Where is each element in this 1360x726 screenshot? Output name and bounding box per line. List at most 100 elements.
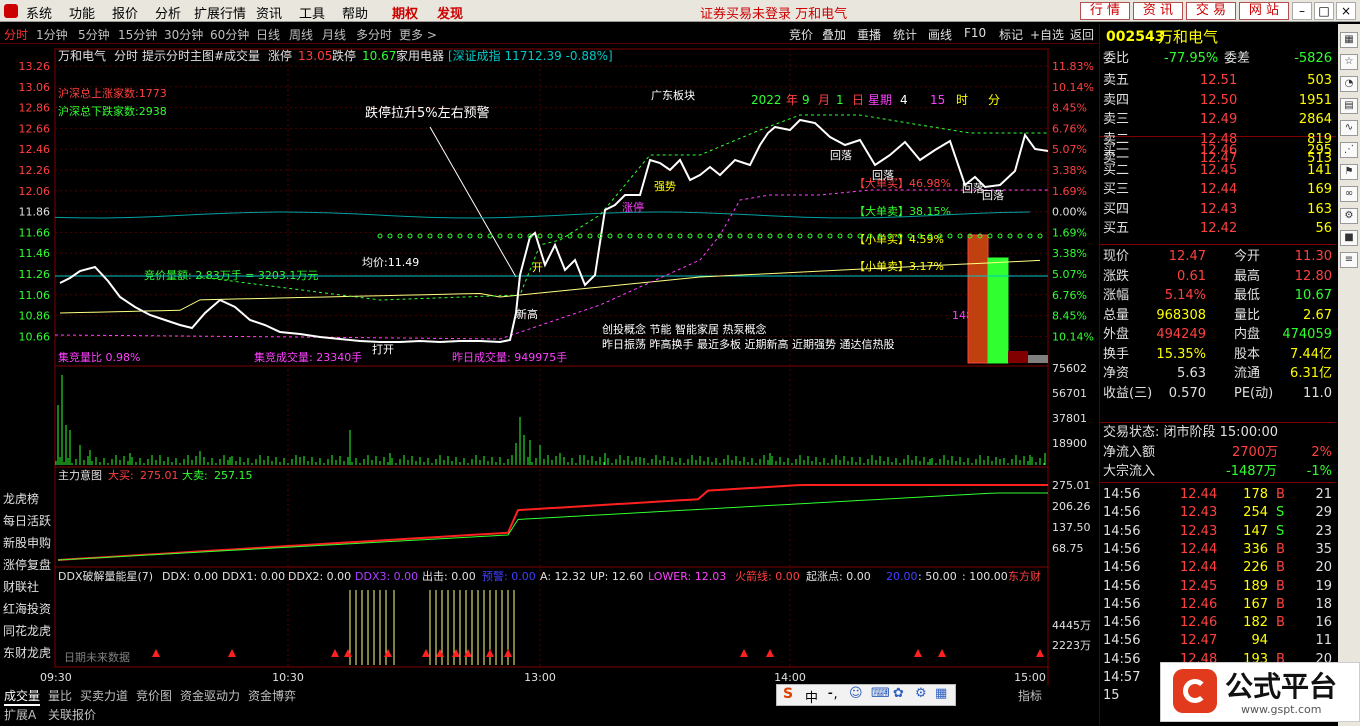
menu-tools[interactable]: 工具 <box>299 3 325 22</box>
tool-wave-icon[interactable]: ∿ <box>1340 120 1358 136</box>
ime-grid-icon[interactable]: ▦ <box>935 686 947 701</box>
tool-pie-icon[interactable]: ◔ <box>1340 76 1358 92</box>
stat-label-2: 量比 <box>1234 307 1261 323</box>
sidebar-item-cls[interactable]: 财联社 <box>3 578 39 595</box>
quote-row: 14:56 12.43 254 S 29 <box>1100 504 1336 522</box>
ime-emoji-icon[interactable]: ☺ <box>849 686 863 701</box>
trade-button[interactable]: 交 易 <box>1186 2 1236 20</box>
ask-price: 12.50 <box>1200 92 1238 108</box>
website-button[interactable]: 网 站 <box>1239 2 1289 20</box>
ime-mode-icon[interactable]: 中 <box>805 687 818 706</box>
tick-time: 14:56 <box>1103 523 1141 539</box>
menu-analysis[interactable]: 分析 <box>155 3 181 22</box>
pct-tick: 1.69% <box>1052 226 1087 239</box>
tool-link-icon[interactable]: ∞ <box>1340 186 1358 202</box>
close-icon[interactable]: × <box>1336 2 1356 20</box>
stat-label: 换手 <box>1103 346 1130 362</box>
menu-system[interactable]: 系统 <box>26 3 52 22</box>
price-tick: 11.26 <box>19 268 51 281</box>
tab-60min[interactable]: 60分钟 <box>210 26 249 43</box>
tab-volume[interactable]: 成交量 <box>4 687 41 706</box>
tab-1min[interactable]: 1分钟 <box>36 26 68 43</box>
tool-gear-icon[interactable]: ⚙ <box>1340 208 1358 224</box>
tab-buy-sell-force[interactable]: 买卖力道 <box>80 687 128 704</box>
maximize-icon[interactable]: □ <box>1314 2 1334 20</box>
stat-label-2: 最低 <box>1234 288 1261 303</box>
tool-menu-icon[interactable]: ≡ <box>1340 252 1358 268</box>
limit-down-value: 10.67 <box>362 49 396 63</box>
ime-tools-icon[interactable]: ⚙ <box>915 686 927 701</box>
tab-15min[interactable]: 15分钟 <box>118 26 157 43</box>
tool-chart-icon[interactable]: ⋰ <box>1340 142 1358 158</box>
ime-toolbar[interactable]: S 中 ⁃, ☺ ⌨ ✿ ⚙ ▦ <box>776 684 956 706</box>
small-buy-bar <box>1008 351 1028 363</box>
sidebar-item-tonghua[interactable]: 同花龙虎 <box>3 622 51 639</box>
stat-value-2: 12.80 <box>1294 268 1332 284</box>
tab-ext-a[interactable]: 扩展A <box>4 706 36 723</box>
overlay-button[interactable]: 叠加 <box>822 26 846 43</box>
tab-daily[interactable]: 日线 <box>256 26 280 43</box>
stat-label: 净资 <box>1103 366 1130 381</box>
auction-button[interactable]: 竞价 <box>789 26 813 43</box>
tab-auction-chart[interactable]: 竞价图 <box>136 687 172 704</box>
menu-ext-quote[interactable]: 扩展行情 <box>194 3 246 22</box>
tool-square-icon[interactable]: ■ <box>1340 230 1358 246</box>
tag-strong: 强势 <box>654 180 676 193</box>
tool-bar-icon[interactable]: ▤ <box>1340 98 1358 114</box>
tab-30min[interactable]: 30分钟 <box>164 26 203 43</box>
tab-fund-game[interactable]: 资金博弈 <box>248 687 296 704</box>
tab-5min[interactable]: 5分钟 <box>78 26 110 43</box>
tag-open: 开 <box>532 261 543 274</box>
ime-keyboard-icon[interactable]: ⌨ <box>871 686 890 701</box>
quote-button[interactable]: 行 情 <box>1080 2 1130 20</box>
tool-flag-icon[interactable]: ⚑ <box>1340 164 1358 180</box>
menu-help[interactable]: 帮助 <box>342 3 368 22</box>
sidebar-item-dongcai[interactable]: 东财龙虎 <box>3 644 51 661</box>
tab-more[interactable]: 更多 > <box>399 26 437 43</box>
back-button[interactable]: 返回 <box>1070 26 1094 43</box>
tick-time: 14:56 <box>1103 578 1141 594</box>
tab-monthly[interactable]: 月线 <box>322 26 346 43</box>
ime-skin-icon[interactable]: ✿ <box>893 686 904 701</box>
ask-price: 12.51 <box>1200 73 1238 88</box>
sidebar-item-honghai[interactable]: 红海投资 <box>3 600 51 617</box>
f10-button[interactable]: F10 <box>964 26 986 40</box>
menu-options[interactable]: 期权 <box>392 3 418 22</box>
news-button[interactable]: 资 讯 <box>1133 2 1183 20</box>
order-diff-label: 委差 <box>1224 51 1251 66</box>
mark-button[interactable]: 标记 <box>999 26 1023 43</box>
sidebar-item-ipo[interactable]: 新股申购 <box>3 534 51 551</box>
stats-button[interactable]: 统计 <box>893 26 917 43</box>
menu-discover[interactable]: 发现 <box>437 3 463 22</box>
quote-row: 买四 12.43 163 <box>1100 201 1336 219</box>
tool-grid-icon[interactable]: ▦ <box>1340 32 1358 48</box>
bid-volume: 169 <box>1307 182 1332 197</box>
ddx1-value: DDX1: 0.00 <box>222 570 285 583</box>
sidebar-item-daily-active[interactable]: 每日活跃 <box>3 512 51 529</box>
menu-news[interactable]: 资讯 <box>256 3 282 22</box>
draw-line-button[interactable]: 画线 <box>928 26 952 43</box>
price-tick: 12.06 <box>19 185 51 198</box>
menu-function[interactable]: 功能 <box>69 3 95 22</box>
intraday-chart[interactable]: 13.26 13.06 12.86 12.66 12.46 12.26 12.06 11.86… <box>0 45 1098 685</box>
sidebar-item-dragon-tiger[interactable]: 龙虎榜 <box>3 490 39 507</box>
sidebar-item-limit-review[interactable]: 涨停复盘 <box>3 556 51 573</box>
tab-volume-ratio[interactable]: 量比 <box>48 687 72 704</box>
tool-star-icon[interactable]: ☆ <box>1340 54 1358 70</box>
add-watchlist-button[interactable]: +自选 <box>1030 26 1064 43</box>
tab-multi-intraday[interactable]: 多分时 <box>356 26 392 43</box>
n3-value: : 100.00 <box>962 570 1008 583</box>
hint-label: 提示分时主图# <box>142 48 224 63</box>
time-tick: 13:00 <box>524 671 556 684</box>
pct-tick: 5.07% <box>1052 268 1087 281</box>
replay-button[interactable]: 重播 <box>857 26 881 43</box>
tab-intraday[interactable]: 分时 <box>4 26 28 43</box>
tab-weekly[interactable]: 周线 <box>289 26 313 43</box>
indicator-button[interactable]: 指标 <box>1018 687 1042 704</box>
tab-related-quote[interactable]: 关联报价 <box>48 706 96 723</box>
ime-punct-icon[interactable]: ⁃, <box>827 687 838 702</box>
minimize-icon[interactable]: – <box>1292 2 1312 20</box>
tab-fund-drive[interactable]: 资金驱动力 <box>180 687 240 704</box>
menu-quote[interactable]: 报价 <box>112 3 138 22</box>
stat-label-2: 内盘 <box>1234 327 1261 342</box>
